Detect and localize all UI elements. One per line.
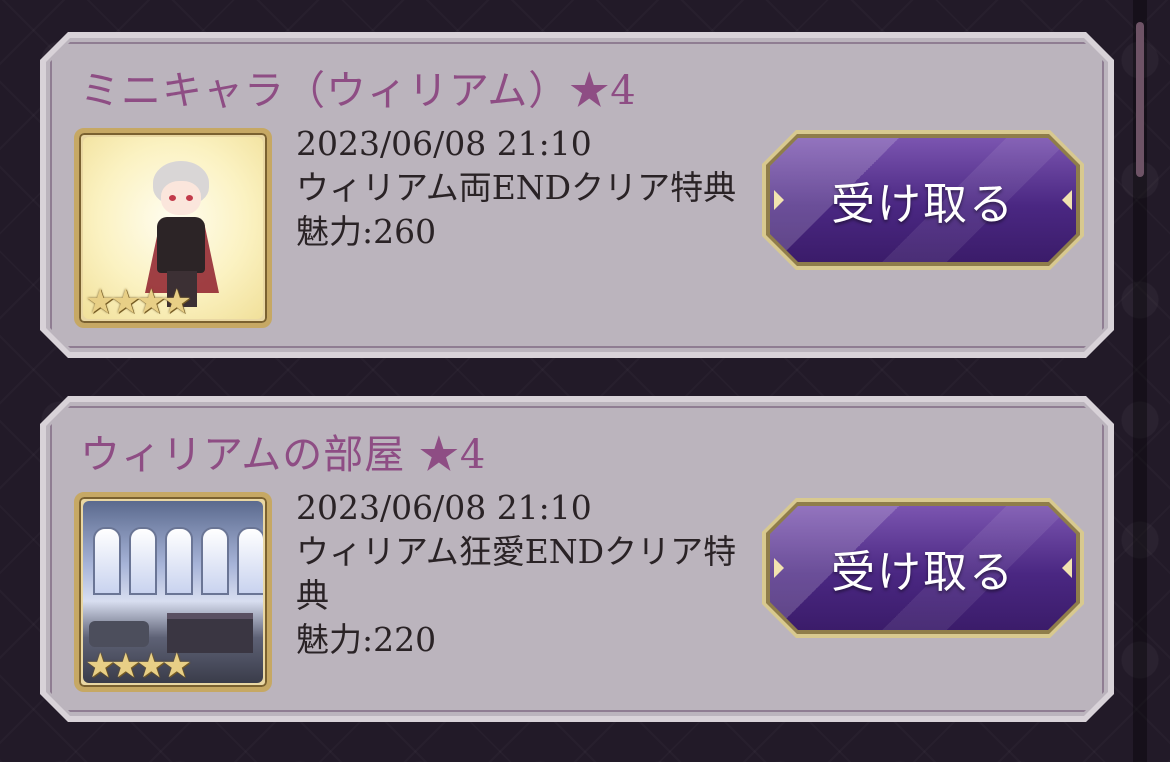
reward-datetime: 2023/06/08 21:10 [296, 124, 592, 163]
receive-button[interactable]: 受け取る [762, 498, 1084, 638]
scrollbar[interactable] [1133, 0, 1147, 762]
reward-thumbnail: ★★★★ [74, 492, 272, 692]
rarity-stars: ★★★★ [85, 282, 187, 322]
reward-charm: 魅力:220 [296, 620, 437, 659]
reward-description: ウィリアム狂愛ENDクリア特典 [296, 532, 737, 615]
reward-info: 2023/06/08 21:10 ウィリアム狂愛ENDクリア特典 魅力:220 [296, 486, 766, 662]
reward-description: ウィリアム両ENDクリア特典 [296, 168, 737, 207]
reward-card-1: ミニキャラ（ウィリアム）★4 ★★★★ 2023/06/08 21:10 ウィリ… [40, 32, 1114, 358]
receive-button[interactable]: 受け取る [762, 130, 1084, 270]
reward-datetime: 2023/06/08 21:10 [296, 488, 592, 527]
scrollbar-thumb[interactable] [1136, 22, 1144, 177]
reward-title: ウィリアムの部屋 ★4 [80, 432, 487, 478]
rarity-stars: ★★★★ [85, 646, 187, 686]
reward-card-2: ウィリアムの部屋 ★4 ★★★★ 2023/06/08 21:10 ウィリアム狂… [40, 396, 1114, 722]
reward-title: ミニキャラ（ウィリアム）★4 [80, 68, 637, 114]
receive-button-label: 受け取る [831, 547, 1015, 598]
reward-info: 2023/06/08 21:10 ウィリアム両ENDクリア特典 魅力:260 [296, 122, 766, 254]
reward-thumbnail: ★★★★ [74, 128, 272, 328]
receive-button-label: 受け取る [831, 179, 1015, 230]
reward-charm: 魅力:260 [296, 212, 437, 251]
